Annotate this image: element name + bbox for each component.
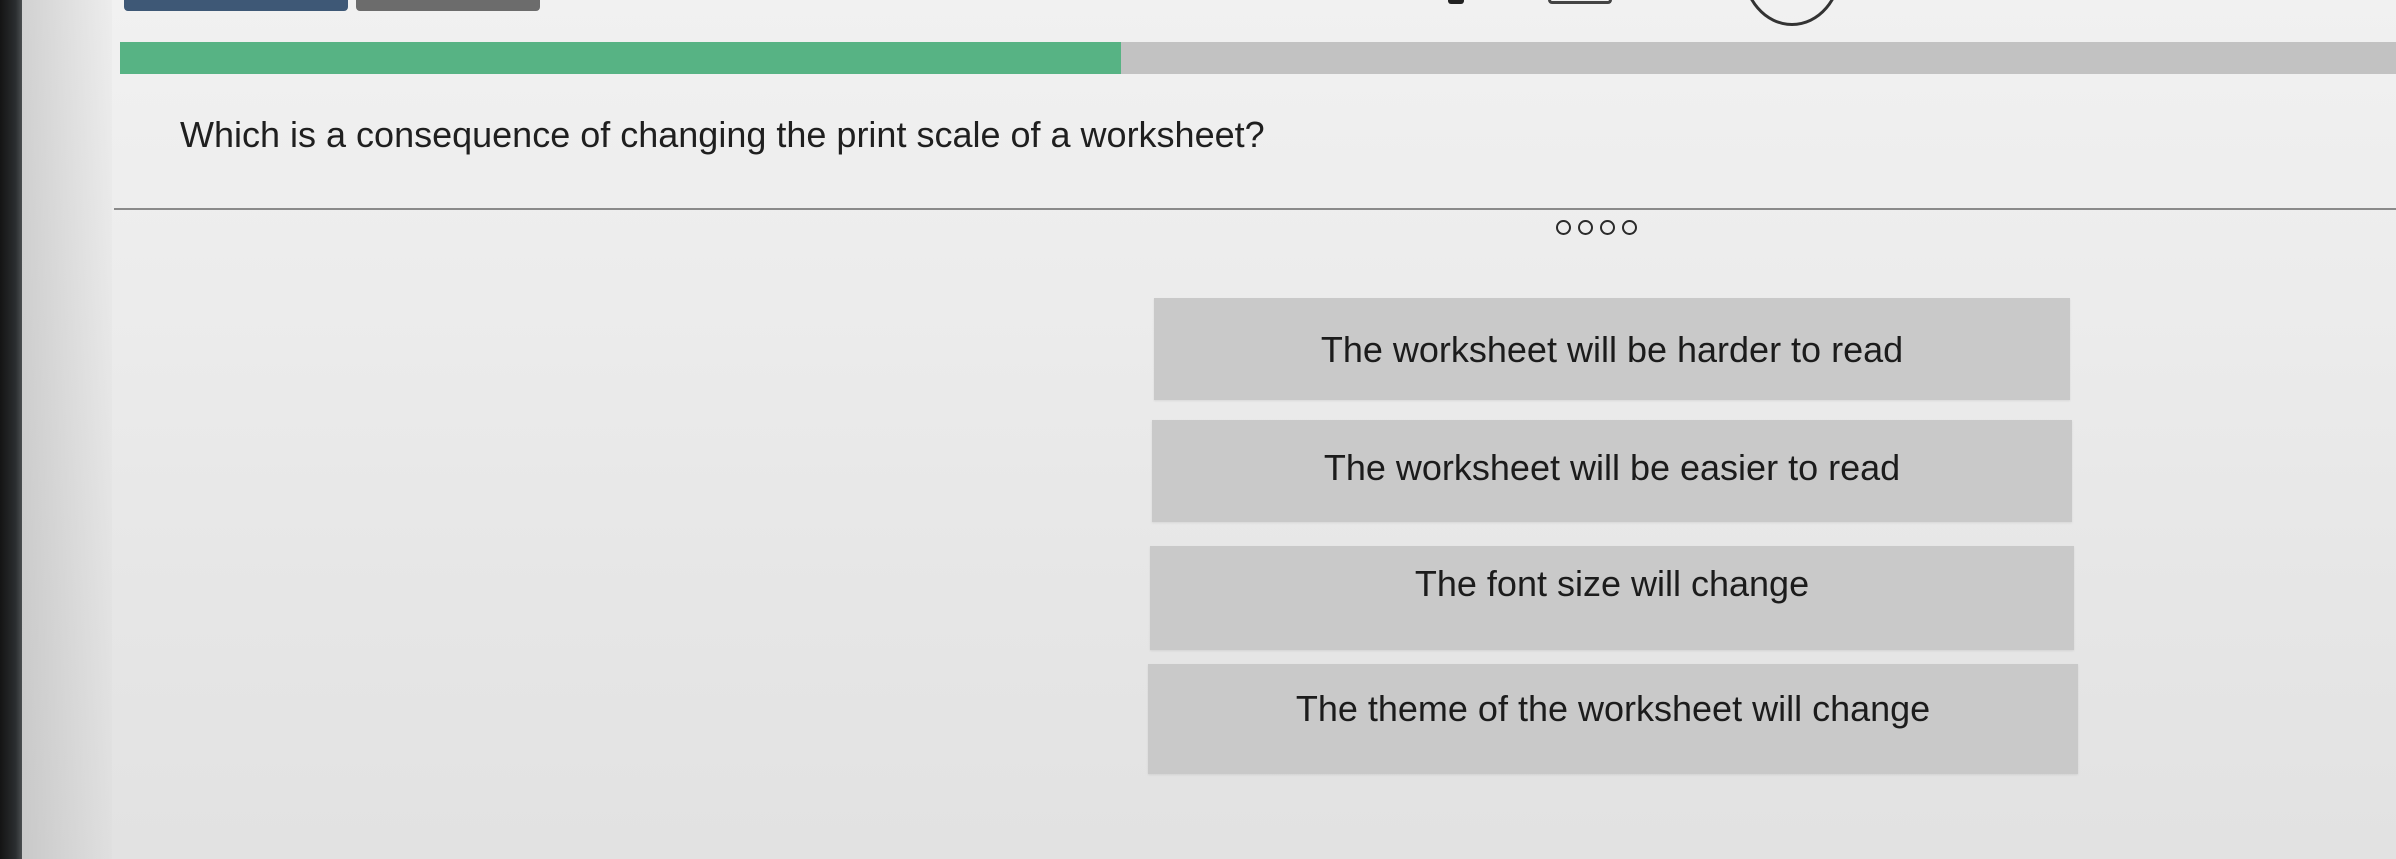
step-dot	[1600, 220, 1615, 235]
top-toolbar-circle-icon[interactable]	[1742, 0, 1842, 26]
answer-option-label: The worksheet will be harder to read	[1320, 329, 1904, 370]
step-indicator	[1556, 220, 1637, 235]
top-toolbar-icon-partial[interactable]	[1448, 0, 1464, 4]
answer-option-label: The font size will change	[1414, 563, 1810, 604]
answer-option-font-size-change[interactable]: The font size will change	[1150, 546, 2074, 650]
question-text: Which is a consequence of changing the p…	[180, 114, 1265, 155]
answer-option-label: The worksheet will be easier to read	[1323, 447, 1901, 488]
step-dot	[1556, 220, 1571, 235]
progress-bar-fill	[120, 42, 1122, 74]
quiz-screen: Which is a consequence of changing the p…	[0, 0, 2396, 859]
question-divider	[114, 208, 2396, 210]
answer-option-label: The theme of the worksheet will change	[1295, 688, 1931, 729]
step-dot	[1578, 220, 1593, 235]
top-toolbar-button-partial[interactable]	[1548, 0, 1612, 4]
answer-option-harder-to-read[interactable]: The worksheet will be harder to read	[1154, 298, 2070, 400]
answer-option-theme-change[interactable]: The theme of the worksheet will change	[1148, 664, 2078, 774]
top-toolbar-tab-gray[interactable]	[356, 0, 540, 11]
monitor-bezel	[0, 0, 22, 859]
screen-edge-shading	[22, 0, 112, 859]
progress-bar	[120, 42, 2396, 74]
top-toolbar-tab-blue[interactable]	[124, 0, 348, 11]
answer-option-easier-to-read[interactable]: The worksheet will be easier to read	[1152, 420, 2072, 522]
step-dot	[1622, 220, 1637, 235]
